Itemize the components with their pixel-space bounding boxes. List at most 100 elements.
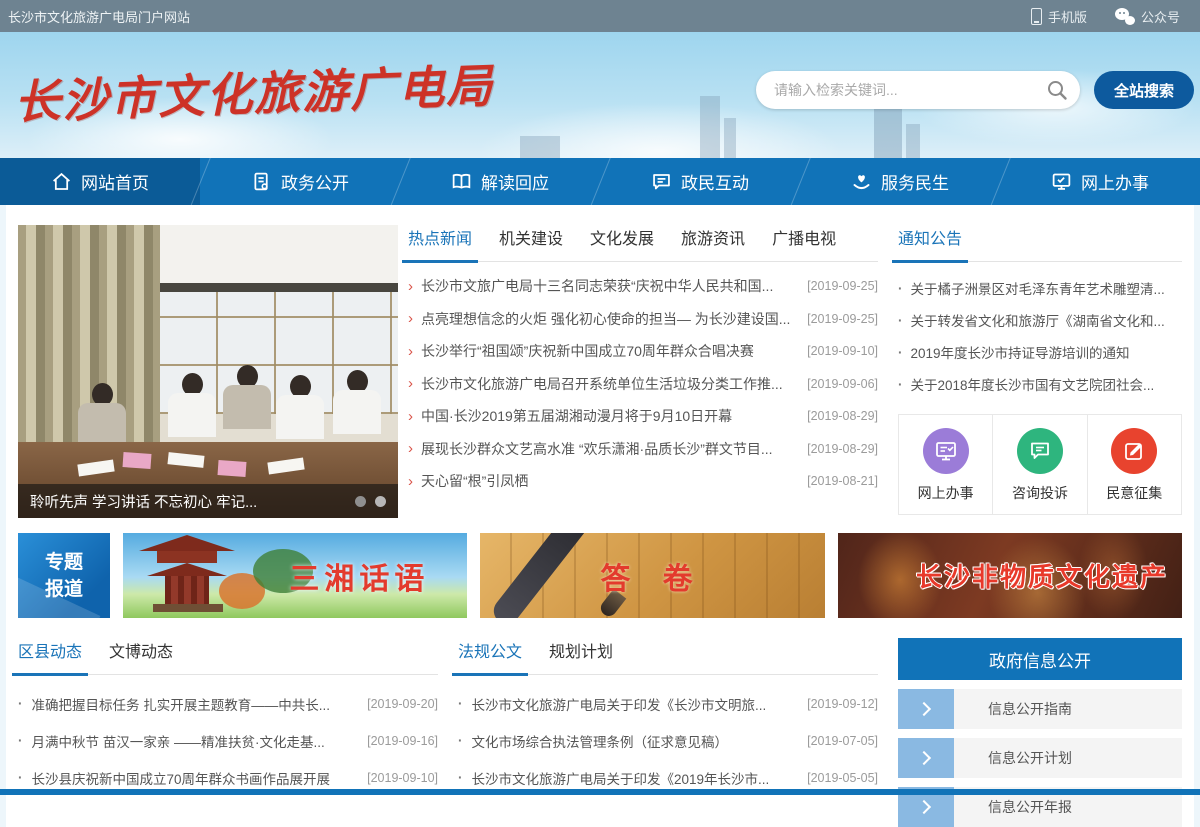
banner-intangible-heritage[interactable]: 长沙非物质文化遗产 <box>838 533 1182 618</box>
tab-regulations[interactable]: 法规公文 <box>458 638 522 674</box>
notice-title-row: 通知公告 <box>898 225 1182 262</box>
mobile-version-link[interactable]: 手机版 <box>1031 7 1087 26</box>
nav-label: 政务公开 <box>281 169 349 194</box>
tab-plans[interactable]: 规划计划 <box>549 638 613 674</box>
regulation-item[interactable]: 文化市场综合执法管理条例（征求意见稿） [2019-07-05] <box>458 722 878 759</box>
carousel-caption[interactable]: 聆听先声 学习讲话 不忘初心 牢记... <box>30 491 257 512</box>
district-item-title: 月满中秋节 苗汉一家亲 ——精准扶贫·文化走基... <box>32 731 362 751</box>
carousel-slide[interactable]: 聆听先声 学习讲话 不忘初心 牢记... <box>18 225 398 518</box>
banner-dajuan[interactable]: 答 卷 <box>480 533 824 618</box>
nav-item-home[interactable]: 网站首页 <box>0 158 200 205</box>
district-item[interactable]: 准确把握目标任务 扎实开展主题教育——中共长... [2019-09-20] <box>18 685 438 722</box>
brush-graphic <box>489 533 602 618</box>
quick-link-label: 网上办事 <box>899 483 992 503</box>
carousel-dots <box>355 496 386 507</box>
news-item-date: [2019-08-21] <box>807 474 878 488</box>
topbar-links: 手机版 公众号 <box>1031 7 1180 26</box>
notice-title[interactable]: 通知公告 <box>898 225 962 261</box>
notice-item[interactable]: 2019年度长沙市持证导游培训的通知 <box>898 336 1182 368</box>
site-name: 长沙市文化旅游广电局门户网站 <box>8 7 190 26</box>
gov-info-link-label: 信息公开计划 <box>954 738 1182 778</box>
search-input[interactable] <box>772 81 1046 99</box>
tab-district-news[interactable]: 区县动态 <box>18 638 82 674</box>
quick-link-online-services[interactable]: 网上办事 <box>899 415 992 514</box>
district-item[interactable]: 月满中秋节 苗汉一家亲 ——精准扶贫·文化走基... [2019-09-16] <box>18 722 438 759</box>
nav-item-interaction[interactable]: 政民互动 <box>600 158 800 205</box>
news-item[interactable]: 点亮理想信念的火炬 强化初心使命的担当— 为长沙建设国... [2019-09-… <box>408 303 878 336</box>
book-icon <box>451 171 472 192</box>
nav-item-online-services[interactable]: 网上办事 <box>1000 158 1200 205</box>
news-item[interactable]: 长沙市文化旅游广电局召开系统单位生活垃圾分类工作推... [2019-09-06… <box>408 368 878 401</box>
tab-culture-development[interactable]: 文化发展 <box>590 225 654 261</box>
banner-title: 答 卷 <box>600 554 704 598</box>
regulations-tabs: 法规公文 规划计划 <box>458 638 878 675</box>
main-content: 聆听先声 学习讲话 不忘初心 牢记... 热点新闻 机关建设 文化发展 旅游资讯… <box>6 205 1194 827</box>
district-list: 准确把握目标任务 扎实开展主题教育——中共长... [2019-09-20] 月… <box>18 685 438 796</box>
tab-hot-news[interactable]: 热点新闻 <box>408 225 472 261</box>
news-item[interactable]: 中国·长沙2019第五届湖湘动漫月将于9月10日开幕 [2019-08-29] <box>408 400 878 433</box>
news-item[interactable]: 长沙举行“祖国颂”庆祝新中国成立70周年群众合唱决赛 [2019-09-10] <box>408 335 878 368</box>
mobile-version-label: 手机版 <box>1048 7 1087 26</box>
tab-broadcast-tv[interactable]: 广播电视 <box>772 225 836 261</box>
nav-item-gov-affairs[interactable]: 政务公开 <box>200 158 400 205</box>
quick-link-opinion-collection[interactable]: 民意征集 <box>1087 415 1181 514</box>
monitor-icon <box>923 428 969 474</box>
special-reports-box[interactable]: 专题 报道 <box>18 533 110 618</box>
tab-agency-building[interactable]: 机关建设 <box>499 225 563 261</box>
banner-sanxiang-huayu[interactable]: 三湘话语 <box>123 533 467 618</box>
banner-title: 长沙非物质文化遗产 <box>916 557 1168 594</box>
news-item[interactable]: 展现长沙群众文艺高水准 “欢乐潇湘·品质长沙”群文节目... [2019-08-… <box>408 433 878 466</box>
news-item-date: [2019-09-25] <box>807 312 878 326</box>
pavilion-graphic <box>165 576 209 606</box>
nav-item-interpretation[interactable]: 解读回应 <box>400 158 600 205</box>
monitor-icon <box>1051 171 1072 192</box>
news-item[interactable]: 长沙市文旅广电局十三名同志荣获“庆祝中华人民共和国... [2019-09-25… <box>408 270 878 303</box>
phone-icon <box>1031 8 1042 25</box>
gov-info-link-label: 信息公开指南 <box>954 689 1182 729</box>
news-item-date: [2019-08-29] <box>807 409 878 423</box>
notice-item[interactable]: 关于橘子洲景区对毛泽东青年艺术雕塑清... <box>898 272 1182 304</box>
skyline-building <box>724 118 736 158</box>
nav-label: 网站首页 <box>81 169 149 194</box>
news-item-title: 长沙市文旅广电局十三名同志荣获“庆祝中华人民共和国... <box>421 276 801 296</box>
district-tabs: 区县动态 文博动态 <box>18 638 438 675</box>
search-area: 全站搜索 <box>756 71 1194 109</box>
chevron-right-icon <box>898 689 954 729</box>
photo-pink-item <box>218 460 247 477</box>
district-item-date: [2019-09-16] <box>367 734 438 748</box>
nav-label: 服务民生 <box>881 169 949 194</box>
wechat-icon <box>1115 8 1135 25</box>
search-box <box>756 71 1080 109</box>
photo-curtain-rail <box>128 283 398 292</box>
skyline-building <box>906 124 920 158</box>
notice-item-title: 关于转发省文化和旅游厅《湖南省文化和... <box>911 310 1183 330</box>
tab-tourism-info[interactable]: 旅游资讯 <box>681 225 745 261</box>
district-item-title: 准确把握目标任务 扎实开展主题教育——中共长... <box>32 694 362 714</box>
carousel-dot[interactable] <box>355 496 366 507</box>
notice-item[interactable]: 关于2018年度长沙市国有文艺院团社会... <box>898 368 1182 400</box>
chevron-right-icon <box>898 738 954 778</box>
gov-info-plan-link[interactable]: 信息公开计划 <box>898 738 1182 778</box>
notice-item[interactable]: 关于转发省文化和旅游厅《湖南省文化和... <box>898 304 1182 336</box>
site-logo[interactable]: 长沙市文化旅游广电局 <box>13 50 495 133</box>
gov-info-guide-link[interactable]: 信息公开指南 <box>898 689 1182 729</box>
nav-item-public-service[interactable]: 服务民生 <box>800 158 1000 205</box>
site-search-button[interactable]: 全站搜索 <box>1094 71 1194 109</box>
bottom-row: 区县动态 文博动态 准确把握目标任务 扎实开展主题教育——中共长... [201… <box>18 638 1182 827</box>
news-item[interactable]: 天心留“根”引凤栖 [2019-08-21] <box>408 465 878 498</box>
carousel-dot[interactable] <box>375 496 386 507</box>
gov-info-header[interactable]: 政府信息公开 <box>898 638 1182 680</box>
search-icon[interactable] <box>1046 79 1068 101</box>
district-item-date: [2019-09-10] <box>367 771 438 785</box>
top-row: 聆听先声 学习讲话 不忘初心 牢记... 热点新闻 机关建设 文化发展 旅游资讯… <box>18 225 1182 518</box>
nav-label: 解读回应 <box>481 169 549 194</box>
wechat-account-link[interactable]: 公众号 <box>1115 7 1180 26</box>
regulations-list: 长沙市文化旅游广电局关于印发《长沙市文明旅... [2019-09-12] 文化… <box>458 685 878 796</box>
tab-museum-news[interactable]: 文博动态 <box>109 638 173 674</box>
regulation-item[interactable]: 长沙市文化旅游广电局关于印发《长沙市文明旅... [2019-09-12] <box>458 685 878 722</box>
photo-person <box>168 373 216 437</box>
news-item-title: 长沙举行“祖国颂”庆祝新中国成立70周年群众合唱决赛 <box>421 341 801 361</box>
heart-hands-icon <box>851 171 872 192</box>
wechat-account-label: 公众号 <box>1141 7 1180 26</box>
quick-link-consult-complaint[interactable]: 咨询投诉 <box>992 415 1086 514</box>
